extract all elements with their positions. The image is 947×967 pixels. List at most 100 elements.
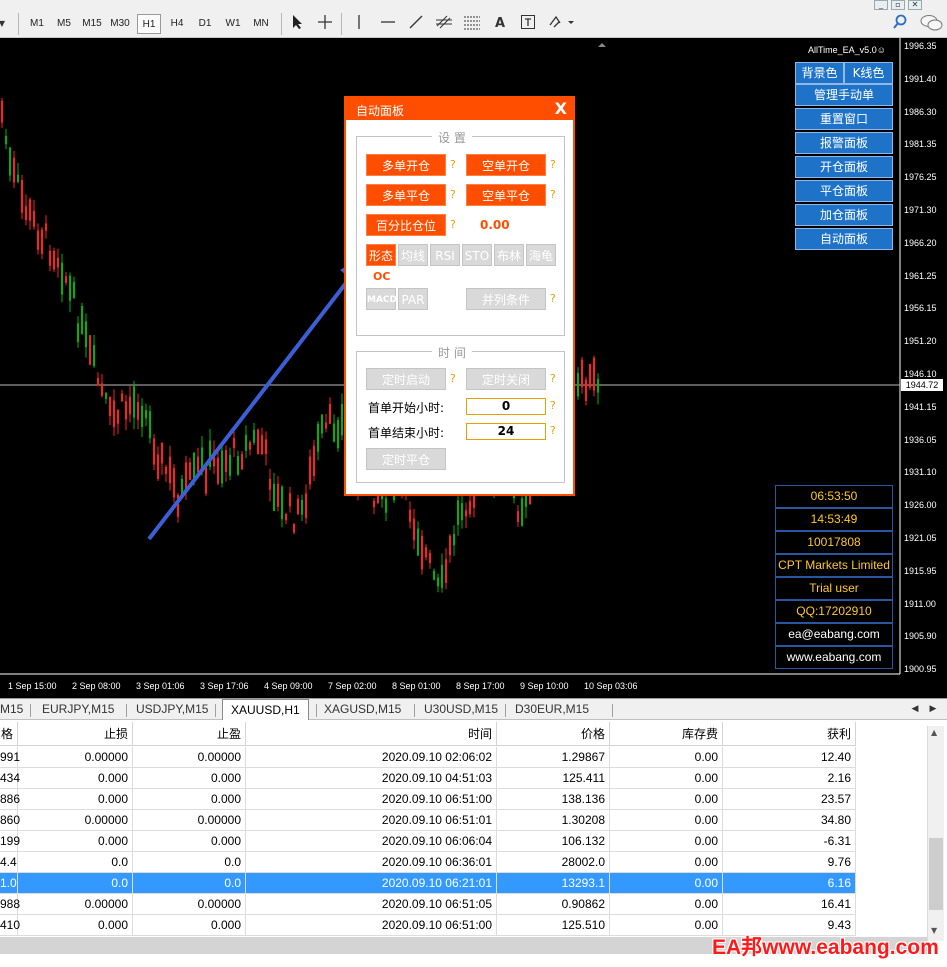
shapes-icon[interactable] [546, 14, 576, 34]
timer-start-button[interactable]: 定时启动 [366, 368, 446, 390]
k-color-button[interactable]: K线色 [844, 62, 893, 84]
help-icon[interactable]: ? [450, 158, 456, 171]
text-icon[interactable]: A [490, 14, 510, 34]
buy-open-button[interactable]: 多单开仓 [366, 154, 446, 176]
fibonacci-icon[interactable] [462, 14, 482, 34]
table-row[interactable]: 886 0.000 0.000 2020.09.10 06:51:00 138.136 0… [0, 789, 856, 810]
column-header[interactable]: 时间 [246, 722, 497, 746]
timeframe-d1[interactable]: D1 [193, 14, 217, 34]
panel-title: 自动面板 [356, 104, 405, 118]
timeframe-m5[interactable]: M5 [52, 14, 76, 34]
tab-m15[interactable]: M15 [0, 702, 23, 716]
column-header[interactable]: 价格 [497, 722, 610, 746]
table-row[interactable]: 988 0.00000 0.00000 2020.09.10 06:51:05 0.90… [0, 894, 856, 915]
indicator-button[interactable]: 布林 [494, 244, 524, 266]
first-start-input[interactable]: 0 [466, 398, 546, 415]
indicator-button[interactable]: 形态 [366, 244, 396, 266]
close-icon[interactable]: X [555, 99, 567, 118]
scroll-up-icon[interactable]: ▲ [931, 728, 937, 737]
table-row[interactable]: 991 0.00000 0.00000 2020.09.10 02:06:02 1.29… [0, 747, 856, 768]
side-menu-button[interactable]: 管理手动单 [795, 84, 893, 106]
side-menu-button[interactable]: 开仓面板 [795, 156, 893, 178]
timeframe-mn[interactable]: MN [249, 14, 273, 34]
percent-position-button[interactable]: 百分比仓位 [366, 214, 446, 236]
timeframe-h4[interactable]: H4 [165, 14, 189, 34]
table-cell: 0.00000 [133, 747, 246, 767]
help-icon[interactable]: ? [550, 399, 556, 412]
timeframe-w1[interactable]: W1 [221, 14, 245, 34]
indicator-button[interactable]: RSI [430, 244, 460, 266]
column-header[interactable]: 止损 [18, 722, 133, 746]
table-row[interactable]: 4.4 0.0 0.0 2020.09.10 06:36:01 28002.0 0.00 9… [0, 852, 856, 873]
indicator-button[interactable]: 海龟 [526, 244, 556, 266]
help-icon[interactable]: ? [450, 218, 456, 231]
help-icon[interactable]: ? [450, 372, 456, 385]
indicator-button[interactable]: STO [462, 244, 492, 266]
sell-close-button[interactable]: 空单平仓 [466, 184, 546, 206]
par-button[interactable]: PAR [398, 288, 428, 310]
column-header[interactable]: 获利 [723, 722, 856, 746]
restore-icon[interactable]: ▫ [891, 0, 905, 10]
price-chart[interactable]: 1996.35 1991.40 1986.30 1981.35 1976.25 1971.… [0, 38, 947, 698]
table-cell: 2020.09.10 04:51:03 [246, 768, 497, 788]
tab-scroll-left-icon[interactable]: ◀ [905, 699, 925, 719]
first-end-input[interactable]: 24 [466, 423, 546, 440]
help-icon[interactable]: ? [550, 158, 556, 171]
indicator-button[interactable]: 均线 [398, 244, 428, 266]
tab-xauusd-h1[interactable]: XAUUSD,H1 [222, 699, 309, 720]
tab-scroll-right-icon[interactable]: ▶ [923, 699, 943, 719]
scrollbar-thumb[interactable] [929, 838, 943, 910]
help-icon[interactable]: ? [550, 424, 556, 437]
side-menu-button[interactable]: 加仓面板 [795, 204, 893, 226]
cursor-icon[interactable] [287, 14, 307, 34]
timeframe-m30[interactable]: M30 [108, 14, 132, 34]
table-row[interactable]: 1.0 0.0 0.0 2020.09.10 06:21:01 13293.1 0.00 6… [0, 873, 856, 894]
timeframe-h1[interactable]: H1 [137, 14, 161, 34]
sell-open-button[interactable]: 空单开仓 [466, 154, 546, 176]
table-row[interactable]: 434 0.000 0.000 2020.09.10 04:51:03 125.411 0… [0, 768, 856, 789]
side-menu-button[interactable]: 平仓面板 [795, 180, 893, 202]
time-tick-label: 4 Sep 09:00 [264, 681, 313, 691]
help-icon[interactable]: ? [550, 188, 556, 201]
candle-body [141, 405, 143, 428]
side-menu-button[interactable]: 重置窗口 [795, 108, 893, 130]
text-label-icon[interactable] [518, 14, 538, 34]
tab-xagusd-m15[interactable]: XAGUSD,M15 [324, 702, 401, 716]
table-row[interactable]: 860 0.00000 0.00000 2020.09.10 06:51:01 1.30… [0, 810, 856, 831]
search-icon[interactable] [890, 14, 910, 34]
tab-u30usd-m15[interactable]: U30USD,M15 [424, 702, 498, 716]
tab-usdjpy-m15[interactable]: USDJPY,M15 [136, 702, 208, 716]
dropdown-arrow-icon[interactable]: ▼ [0, 14, 12, 34]
timeframe-m15[interactable]: M15 [80, 14, 104, 34]
vertical-scrollbar[interactable]: ▲ ▼ [927, 726, 944, 941]
help-icon[interactable]: ? [450, 188, 456, 201]
combine-button[interactable]: 并列条件 [466, 288, 546, 310]
buy-close-button[interactable]: 多单平仓 [366, 184, 446, 206]
vertical-line-icon[interactable] [349, 14, 369, 34]
horizontal-line-icon[interactable] [378, 14, 398, 34]
trendline-icon[interactable] [406, 14, 426, 34]
tab-d30eur-m15[interactable]: D30EUR,M15 [515, 702, 589, 716]
bg-color-button[interactable]: 背景色 [795, 62, 844, 84]
fibonacci-channel-icon[interactable] [434, 14, 454, 34]
side-menu-button[interactable]: 自动面板 [795, 228, 893, 250]
timer-stop-button[interactable]: 定时关闭 [466, 368, 546, 390]
candle-body [89, 335, 91, 365]
macd-button[interactable]: MACD [366, 288, 397, 310]
close-window-icon[interactable]: ✕ [908, 0, 922, 10]
crosshair-icon[interactable] [315, 14, 335, 34]
timeframe-m1[interactable]: M1 [25, 14, 49, 34]
timer-close-button[interactable]: 定时平仓 [366, 448, 446, 470]
price-tick-label: 1996.35 [904, 41, 937, 51]
table-row[interactable]: 199 0.000 0.000 2020.09.10 06:06:04 106.132 0… [0, 831, 856, 852]
chat-icon[interactable] [918, 14, 944, 34]
side-menu-button[interactable]: 报警面板 [795, 132, 893, 154]
help-icon[interactable]: ? [550, 372, 556, 385]
toolbar-separator [18, 13, 19, 35]
tab-eurjpy-m15[interactable]: EURJPY,M15 [42, 702, 114, 716]
help-icon[interactable]: ? [550, 292, 556, 305]
column-header[interactable]: 库存费 [610, 722, 723, 746]
column-header[interactable]: 止盈 [133, 722, 246, 746]
column-header[interactable]: 格 [0, 722, 18, 746]
minimize-icon[interactable]: _ [874, 0, 888, 10]
